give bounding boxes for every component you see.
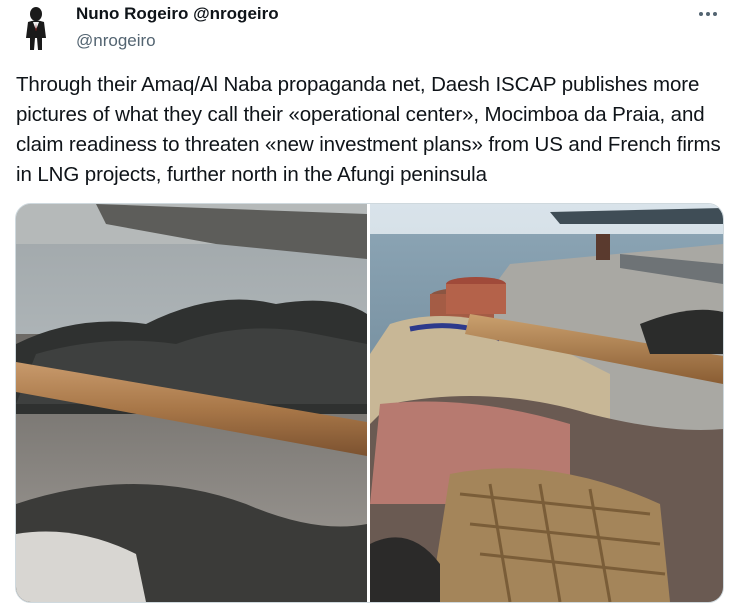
author-handle[interactable]: @nrogeiro <box>76 30 683 52</box>
media-photo-1[interactable] <box>16 204 367 602</box>
media-gallery <box>15 203 724 603</box>
photo-icon <box>370 204 723 602</box>
author-display-name[interactable]: Nuno Rogeiro @nrogeiro <box>76 3 683 25</box>
tweet-text: Through their Amaq/Al Naba propaganda ne… <box>16 73 721 186</box>
person-avatar-icon <box>16 4 56 52</box>
more-horizontal-icon <box>699 12 717 16</box>
photo-icon <box>16 204 367 602</box>
tweet-header: Nuno Rogeiro @nrogeiro @nrogeiro <box>76 3 683 52</box>
author-avatar[interactable] <box>16 4 56 52</box>
media-photo-2[interactable] <box>370 204 723 602</box>
more-options-button[interactable] <box>693 2 723 26</box>
tweet: Nuno Rogeiro @nrogeiro @nrogeiro Through… <box>0 0 743 603</box>
